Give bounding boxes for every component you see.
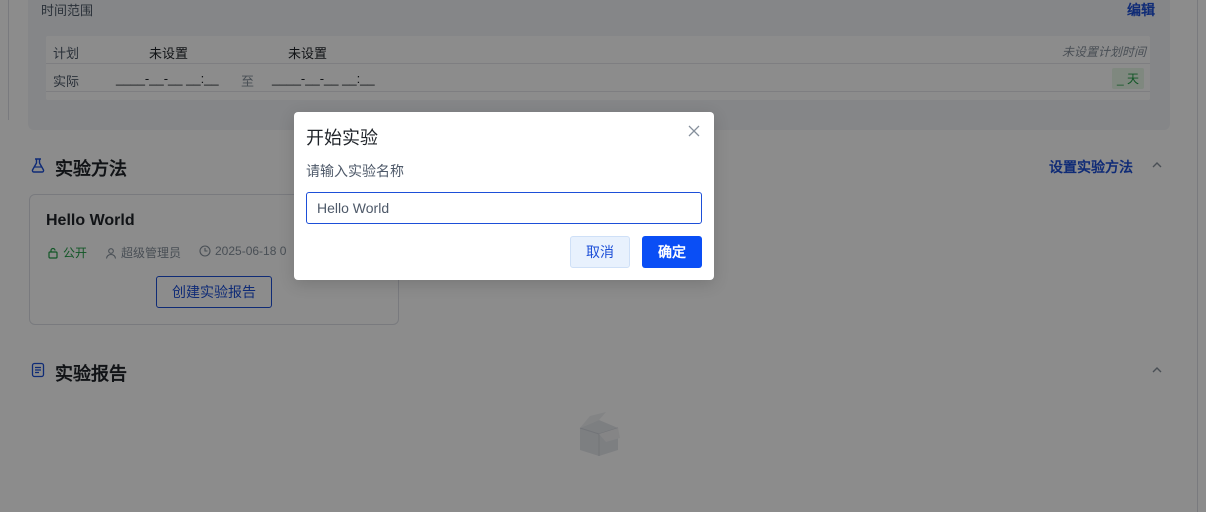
start-experiment-dialog: 开始实验 请输入实验名称 取消 确定 [294, 112, 714, 280]
close-icon[interactable] [687, 124, 701, 138]
dialog-title: 开始实验 [306, 128, 378, 148]
cancel-button[interactable]: 取消 [570, 236, 630, 268]
experiment-name-input[interactable] [306, 192, 702, 224]
confirm-button[interactable]: 确定 [642, 236, 702, 268]
experiment-name-label: 请输入实验名称 [306, 163, 404, 179]
